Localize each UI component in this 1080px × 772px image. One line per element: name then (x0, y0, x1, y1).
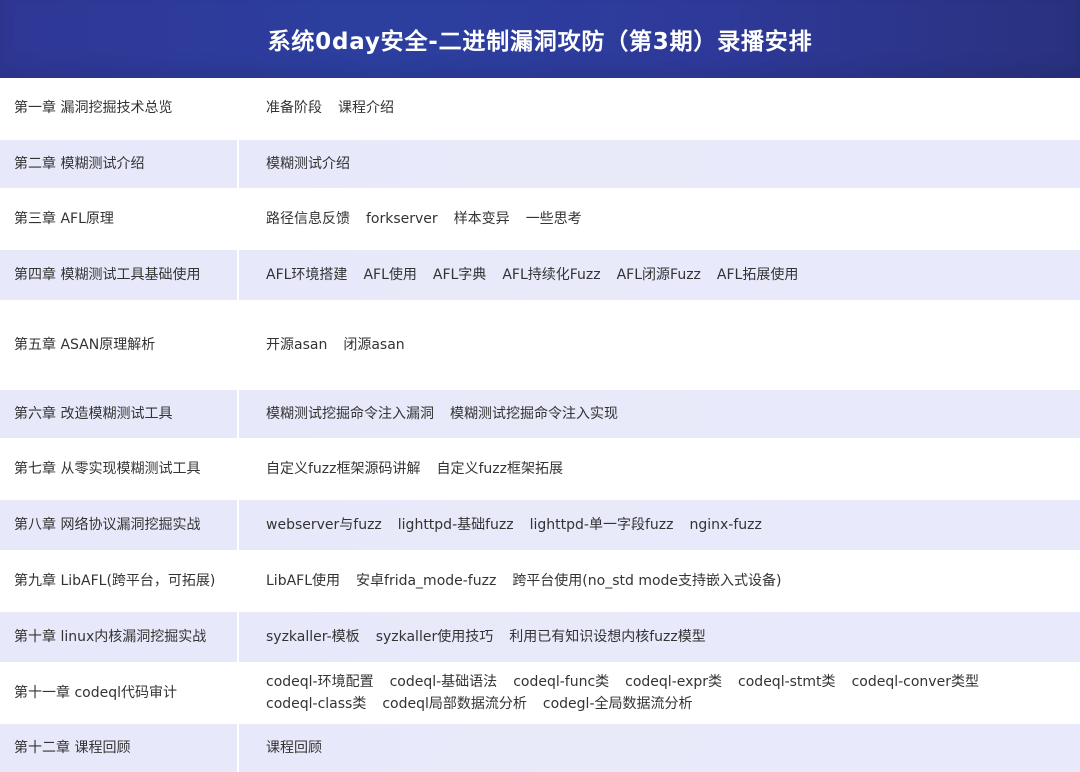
topic-item: 自定义fuzz框架源码讲解 (266, 461, 421, 477)
table-row: 第九章 LibAFL(跨平台，可拓展) LibAFL使用 安卓frida_mod… (0, 552, 1080, 612)
topic-item: forkserver (366, 211, 438, 227)
topic-item: AFL环境搭建 (266, 267, 348, 283)
chapter-title: 第十一章 codeql代码审计 (14, 685, 177, 701)
chapter-title: 第一章 漏洞挖掘技术总览 (14, 100, 173, 116)
table-row: 第八章 网络协议漏洞挖掘实战 webserver与fuzz lighttpd-基… (0, 500, 1080, 552)
table-row: 第三章 AFL原理 路径信息反馈 forkserver 样本变异 一些思考 (0, 190, 1080, 250)
topic-list: 路径信息反馈 forkserver 样本变异 一些思考 (266, 208, 1062, 230)
topic-item: lighttpd-基础fuzz (397, 517, 514, 533)
topic-item: AFL拓展使用 (716, 267, 799, 283)
course-schedule-page: 系统0day安全-二进制漏洞攻防（第3期）录播安排 第一章 漏洞挖掘技术总览 准… (0, 0, 1080, 772)
topic-list: webserver与fuzz lighttpd-基础fuzz lighttpd-… (266, 514, 1062, 536)
chapter-title: 第十二章 课程回顾 (14, 740, 131, 756)
chapter-title: 第八章 网络协议漏洞挖掘实战 (14, 517, 201, 533)
topic-item: 自定义fuzz框架拓展 (436, 461, 564, 477)
column-divider (237, 140, 239, 188)
table-row: 第十二章 课程回顾 课程回顾 (0, 724, 1080, 772)
topic-item: LibAFL使用 (266, 573, 341, 589)
topic-item: 利用已有知识设想内核fuzz模型 (509, 629, 706, 645)
topic-item: syzkaller使用技巧 (375, 629, 494, 645)
chapter-title: 第二章 模糊测试介绍 (14, 156, 145, 172)
chapter-title: 第六章 改造模糊测试工具 (14, 406, 173, 422)
topic-list: 自定义fuzz框架源码讲解 自定义fuzz框架拓展 (266, 458, 1062, 480)
topic-item: 模糊测试介绍 (266, 156, 350, 172)
chapter-title: 第九章 LibAFL(跨平台，可拓展) (14, 573, 216, 589)
topic-item: lighttpd-单一字段fuzz (529, 517, 674, 533)
topic-list: LibAFL使用 安卓frida_mode-fuzz 跨平台使用(no_std … (266, 570, 1062, 592)
table-row: 第十一章 codeql代码审计 codeql-环境配置 codeql-基础语法 … (0, 664, 1080, 724)
table-row: 第七章 从零实现模糊测试工具 自定义fuzz框架源码讲解 自定义fuzz框架拓展 (0, 440, 1080, 500)
topic-item: syzkaller-模板 (266, 629, 360, 645)
topic-item: 开源asan (266, 337, 328, 353)
table-row: 第六章 改造模糊测试工具 模糊测试挖掘命令注入漏洞 模糊测试挖掘命令注入实现 (0, 390, 1080, 440)
header-banner: 系统0day安全-二进制漏洞攻防（第3期）录播安排 (0, 0, 1080, 78)
topic-item: codeql-基础语法 (389, 674, 498, 690)
table-row: 第二章 模糊测试介绍 模糊测试介绍 (0, 140, 1080, 190)
page-title: 系统0day安全-二进制漏洞攻防（第3期）录播安排 (267, 29, 813, 55)
topic-list: 模糊测试挖掘命令注入漏洞 模糊测试挖掘命令注入实现 (266, 403, 1062, 425)
topic-item: 模糊测试挖掘命令注入漏洞 (266, 406, 434, 422)
topic-item: 闭源asan (343, 337, 405, 353)
topic-item: 样本变异 (453, 211, 510, 227)
column-divider (237, 250, 239, 300)
topic-item: 课程回顾 (266, 740, 322, 756)
column-divider (237, 664, 239, 722)
topic-item: codeql-class类 (266, 696, 367, 712)
topic-item: 课程介绍 (338, 100, 394, 116)
column-divider (237, 390, 239, 438)
topic-item: codeql-环境配置 (266, 674, 374, 690)
topic-list: 模糊测试介绍 (266, 153, 1062, 175)
schedule-table: 第一章 漏洞挖掘技术总览 准备阶段 课程介绍 第二章 模糊测试介绍 模糊测试介绍… (0, 78, 1080, 772)
topic-list: codeql-环境配置 codeql-基础语法 codeql-func类 cod… (266, 671, 1062, 715)
topic-item: 跨平台使用(no_std mode支持嵌入式设备) (512, 573, 782, 589)
chapter-title: 第七章 从零实现模糊测试工具 (14, 461, 201, 477)
topic-item: 模糊测试挖掘命令注入实现 (450, 406, 618, 422)
topic-item: codeql-expr类 (625, 674, 723, 690)
topic-item: nginx-fuzz (689, 517, 762, 533)
topic-item: codeql-func类 (513, 674, 610, 690)
topic-item: 安卓frida_mode-fuzz (356, 573, 497, 589)
chapter-title: 第五章 ASAN原理解析 (14, 337, 156, 353)
chapter-title: 第四章 模糊测试工具基础使用 (14, 267, 201, 283)
column-divider (237, 302, 239, 388)
topic-item: 准备阶段 (266, 100, 322, 116)
table-row: 第一章 漏洞挖掘技术总览 准备阶段 课程介绍 (0, 78, 1080, 140)
topic-item: 路径信息反馈 (266, 211, 350, 227)
column-divider (237, 552, 239, 610)
topic-list: AFL环境搭建 AFL使用 AFL字典 AFL持续化Fuzz AFL闭源Fuzz… (266, 264, 1062, 286)
topic-item: AFL使用 (363, 267, 417, 283)
topic-item: webserver与fuzz (266, 517, 382, 533)
column-divider (237, 78, 239, 138)
topic-item: codeql局部数据流分析 (382, 696, 527, 712)
column-divider (237, 500, 239, 550)
topic-item: AFL持续化Fuzz (502, 267, 601, 283)
topic-item: codeql-conver类型 (851, 674, 979, 690)
topic-item: codegl-全局数据流分析 (542, 696, 693, 712)
topic-list: 准备阶段 课程介绍 (266, 97, 1062, 119)
topic-item: AFL闭源Fuzz (616, 267, 701, 283)
table-row: 第十章 linux内核漏洞挖掘实战 syzkaller-模板 syzkaller… (0, 612, 1080, 664)
column-divider (237, 724, 239, 772)
topic-item: 一些思考 (525, 211, 582, 227)
topic-list: syzkaller-模板 syzkaller使用技巧 利用已有知识设想内核fuz… (266, 626, 1062, 648)
chapter-title: 第十章 linux内核漏洞挖掘实战 (14, 629, 207, 645)
table-row: 第五章 ASAN原理解析 开源asan 闭源asan (0, 302, 1080, 390)
table-row: 第四章 模糊测试工具基础使用 AFL环境搭建 AFL使用 AFL字典 AFL持续… (0, 250, 1080, 302)
topic-item: codeql-stmt类 (738, 674, 836, 690)
column-divider (237, 440, 239, 498)
column-divider (237, 612, 239, 662)
topic-list: 课程回顾 (266, 737, 1062, 759)
topic-item: AFL字典 (432, 267, 487, 283)
column-divider (237, 190, 239, 248)
topic-list: 开源asan 闭源asan (266, 334, 1062, 356)
chapter-title: 第三章 AFL原理 (14, 211, 114, 227)
